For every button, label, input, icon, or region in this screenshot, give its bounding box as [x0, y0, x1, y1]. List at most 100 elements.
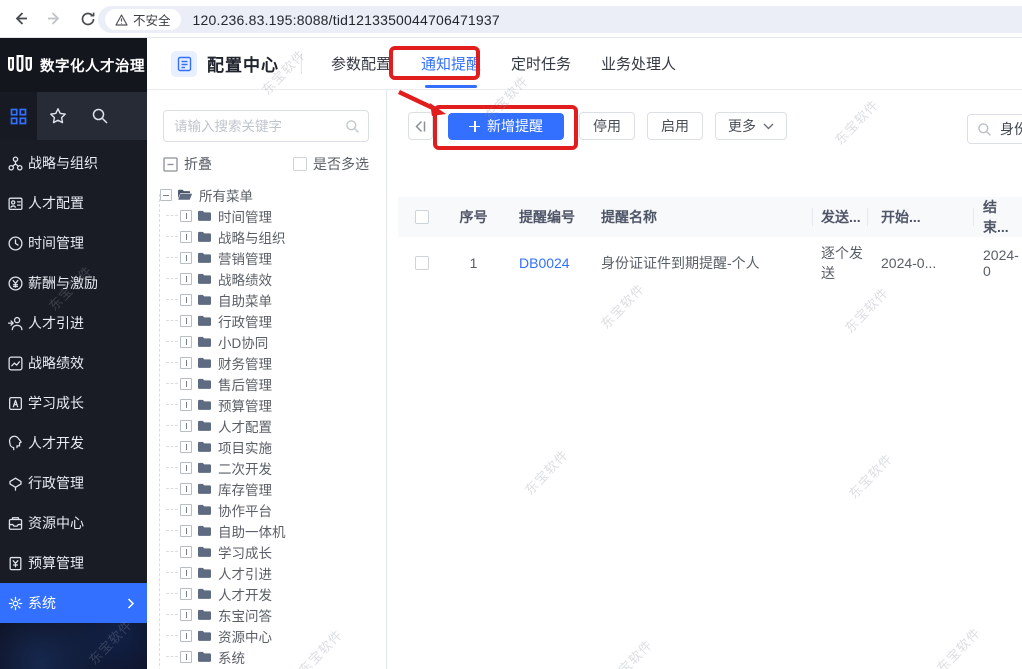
sidebar-item-person_in[interactable]: 人才引进 — [0, 303, 147, 343]
expand-toggle-icon[interactable] — [180, 315, 192, 327]
expand-toggle-icon[interactable] — [180, 525, 192, 537]
tree-node-label[interactable]: 学习成长 — [218, 542, 272, 562]
column-header[interactable]: 序号 — [446, 197, 501, 237]
expand-toggle-icon[interactable] — [180, 630, 192, 642]
column-header[interactable]: 提醒名称 — [593, 197, 813, 237]
tree-node[interactable]: 小D协同 — [157, 331, 377, 352]
expand-toggle-icon[interactable] — [180, 231, 192, 243]
tree-node-root[interactable]: 所有菜单 — [157, 184, 377, 205]
tree-node[interactable]: 售后管理 — [157, 373, 377, 394]
disable-button[interactable]: 停用 — [579, 112, 635, 140]
expand-toggle-icon[interactable] — [180, 483, 192, 495]
tree-node[interactable]: 行政管理 — [157, 310, 377, 331]
expand-toggle-icon[interactable] — [180, 504, 192, 516]
tree-node[interactable]: 财务管理 — [157, 352, 377, 373]
tree-node-label[interactable]: 资源中心 — [218, 626, 272, 646]
expand-toggle-icon[interactable] — [180, 273, 192, 285]
sidebar-item-develop[interactable]: 人才开发 — [0, 423, 147, 463]
expand-toggle-icon[interactable] — [180, 210, 192, 222]
sidebar-item-learn[interactable]: 学习成长 — [0, 383, 147, 423]
expand-toggle-icon[interactable] — [180, 588, 192, 600]
expand-toggle-icon[interactable] — [180, 462, 192, 474]
tree-node-label[interactable]: 自助一体机 — [218, 521, 286, 541]
tree-node[interactable]: 人才配置 — [157, 415, 377, 436]
tab-业务处理人[interactable]: 业务处理人 — [599, 38, 678, 90]
tree-node-label[interactable]: 营销管理 — [218, 248, 272, 268]
expand-toggle-icon[interactable] — [180, 420, 192, 432]
tree-node-label[interactable]: 系统 — [218, 647, 245, 667]
tree-node-label[interactable]: 项目实施 — [218, 437, 272, 457]
tree-node-label[interactable]: 东宝问答 — [218, 605, 272, 625]
expand-toggle-icon[interactable] — [180, 567, 192, 579]
sidebar-item-org[interactable]: 战略与组织 — [0, 143, 147, 183]
tree-node[interactable]: 东宝问答 — [157, 604, 377, 625]
tab-参数配置[interactable]: 参数配置 — [329, 38, 393, 90]
tree-node-label[interactable]: 自助菜单 — [218, 290, 272, 310]
tree-node[interactable]: 人才开发 — [157, 583, 377, 604]
collapse-panel-button[interactable] — [408, 112, 433, 140]
back-icon[interactable] — [6, 5, 34, 33]
tree-node-label[interactable]: 时间管理 — [218, 206, 272, 226]
sidebar-item-system[interactable]: 系统 — [0, 583, 147, 623]
tree-node[interactable]: 项目实施 — [157, 436, 377, 457]
tree-search-input[interactable] — [164, 111, 368, 141]
tree-node-label[interactable]: 库存管理 — [218, 479, 272, 499]
sidebar-search-icon[interactable] — [79, 107, 121, 125]
expand-toggle-icon[interactable] — [180, 651, 192, 663]
sidebar-item-clock[interactable]: 时间管理 — [0, 223, 147, 263]
tree-node[interactable]: 学习成长 — [157, 541, 377, 562]
column-header[interactable]: 提醒编号 — [501, 197, 593, 237]
row-checkbox[interactable] — [415, 256, 429, 270]
tree-node[interactable]: 系统 — [157, 646, 377, 667]
collapse-toggle-icon[interactable] — [160, 189, 172, 201]
tree-node-label[interactable]: 人才引进 — [218, 563, 272, 583]
expand-toggle-icon[interactable] — [180, 336, 192, 348]
tree-node[interactable]: 营销管理 — [157, 247, 377, 268]
tree-node-label[interactable]: 战略绩效 — [218, 269, 272, 289]
tree-node[interactable]: 资源中心 — [157, 625, 377, 646]
tree-node-label[interactable]: 协作平台 — [218, 500, 272, 520]
tree-node-label[interactable]: 售后管理 — [218, 374, 272, 394]
forward-icon[interactable] — [40, 5, 68, 33]
apps-grid-icon[interactable] — [0, 92, 37, 140]
table-search-input[interactable] — [1000, 121, 1022, 137]
select-all-checkbox[interactable] — [415, 210, 429, 224]
tree-node[interactable]: 预算管理 — [157, 394, 377, 415]
expand-toggle-icon[interactable] — [180, 609, 192, 621]
tree-node[interactable]: 战略绩效 — [157, 268, 377, 289]
table-row[interactable]: 1DB0024身份证证件到期提醒-个人逐个发送2024-0...2024-0 — [398, 237, 1022, 289]
tree-node-label[interactable]: 二次开发 — [218, 458, 272, 478]
column-header[interactable]: 开始... — [868, 197, 974, 237]
tree-node-label[interactable]: 小D协同 — [218, 332, 268, 352]
tree-node[interactable]: 协作平台 — [157, 499, 377, 520]
column-header[interactable]: 发送... — [813, 197, 868, 237]
sidebar-item-budget[interactable]: 预算管理 — [0, 543, 147, 583]
add-reminder-button[interactable]: 新增提醒 — [448, 113, 564, 140]
tree-node-label[interactable]: 所有菜单 — [199, 185, 253, 205]
sidebar-item-admin[interactable]: 行政管理 — [0, 463, 147, 503]
tree-node[interactable]: 二次开发 — [157, 457, 377, 478]
tree-node-label[interactable]: 人才配置 — [218, 416, 272, 436]
tree-node[interactable]: 战略与组织 — [157, 226, 377, 247]
tree-search-icon[interactable] — [345, 119, 360, 134]
tree-node[interactable]: 库存管理 — [157, 478, 377, 499]
column-header[interactable]: 结束... — [974, 197, 1022, 237]
expand-toggle-icon[interactable] — [180, 546, 192, 558]
expand-toggle-icon[interactable] — [180, 357, 192, 369]
multiselect-checkbox[interactable] — [293, 157, 307, 171]
reminder-code-link[interactable]: DB0024 — [519, 255, 570, 271]
tree-node[interactable]: 自助菜单 — [157, 289, 377, 310]
tree-node[interactable]: 人才引进 — [157, 562, 377, 583]
tree-node-label[interactable]: 行政管理 — [218, 311, 272, 331]
tree-node-label[interactable]: 人才开发 — [218, 584, 272, 604]
favorites-star-icon[interactable] — [37, 107, 79, 125]
sidebar-item-money[interactable]: 薪酬与激励 — [0, 263, 147, 303]
enable-button[interactable]: 启用 — [647, 112, 703, 140]
expand-toggle-icon[interactable] — [180, 378, 192, 390]
security-badge[interactable]: 不安全 — [105, 9, 181, 30]
expand-toggle-icon[interactable] — [180, 399, 192, 411]
sidebar-item-trend[interactable]: 战略绩效 — [0, 343, 147, 383]
sidebar-item-resource[interactable]: 资源中心 — [0, 503, 147, 543]
tab-定时任务[interactable]: 定时任务 — [509, 38, 573, 90]
tree-node[interactable]: 时间管理 — [157, 205, 377, 226]
